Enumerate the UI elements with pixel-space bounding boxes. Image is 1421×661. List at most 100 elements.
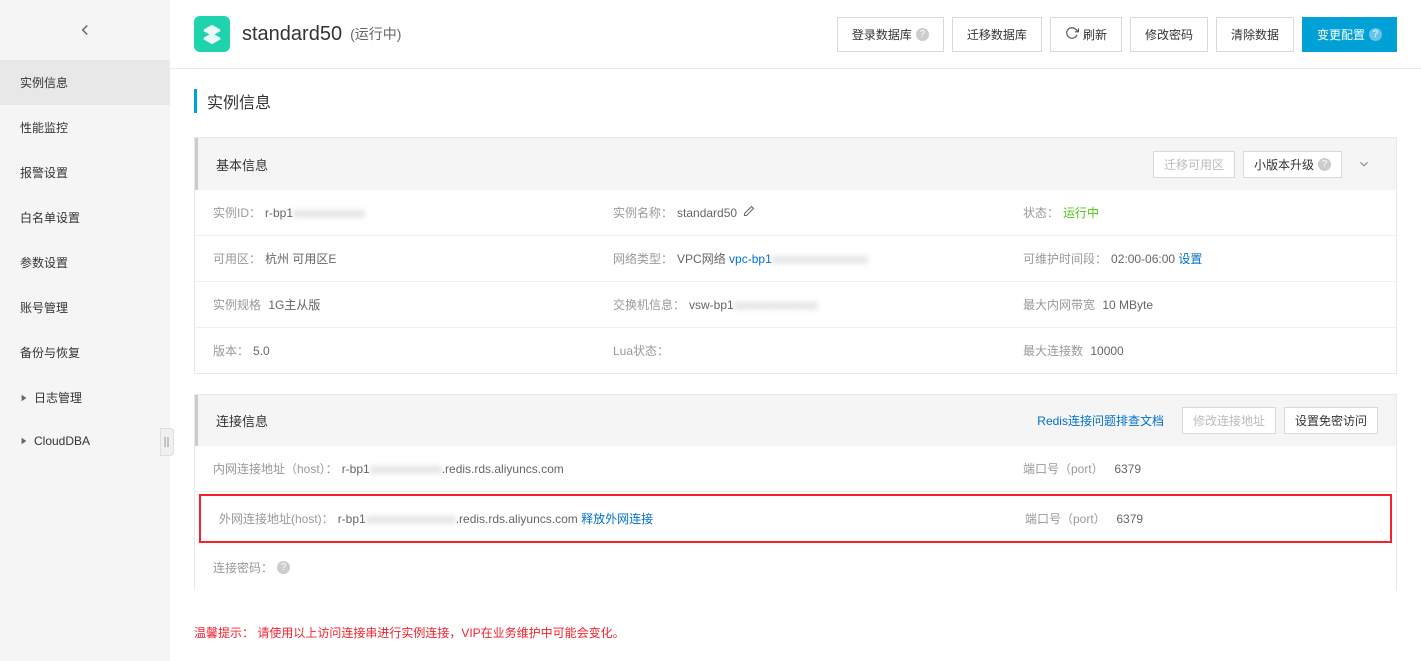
sidebar-item-performance[interactable]: 性能监控	[0, 105, 170, 150]
clear-data-button[interactable]: 清除数据	[1216, 17, 1294, 52]
public-host-prefix: r-bp1	[338, 512, 366, 526]
zone-value: 杭州 可用区E	[265, 250, 336, 267]
maint-set-link[interactable]: 设置	[1178, 250, 1202, 267]
change-config-button[interactable]: 变更配置 ?	[1302, 17, 1397, 52]
panel-title: 连接信息	[216, 411, 268, 430]
info-label: 版本：	[213, 342, 249, 359]
spec-value: 1G主从版	[268, 296, 320, 313]
sidebar-item-backup[interactable]: 备份与恢复	[0, 330, 170, 375]
info-row: 实例规格 1G主从版 交换机信息： vsw-bp1 xxxxxxxxxxxxxx…	[195, 282, 1396, 328]
sidebar-item-account[interactable]: 账号管理	[0, 285, 170, 330]
panel-body: 实例ID： r-bp1 xxxxxxxxxxxx 实例名称： standard5…	[195, 190, 1396, 373]
info-row: 版本： 5.0 Lua状态： 最大连接数 10000	[195, 328, 1396, 373]
panel-header: 连接信息 Redis连接问题排查文档 修改连接地址 设置免密访问	[195, 395, 1396, 446]
caret-right-icon	[20, 434, 28, 448]
help-icon[interactable]: ?	[277, 561, 290, 574]
port-value: 6379	[1116, 512, 1143, 526]
back-button[interactable]	[0, 0, 170, 60]
sidebar-item-instance-info[interactable]: 实例信息	[0, 60, 170, 105]
masked-text: xxxxxxxxxxxx	[293, 206, 365, 220]
info-label: 最大内网带宽	[1023, 296, 1095, 313]
public-host-suffix: .redis.rds.aliyuncs.com	[456, 512, 578, 526]
status-value: 运行中	[1063, 204, 1099, 221]
masked-text: xxxxxxxxxxxx	[370, 462, 442, 476]
info-label: 最大连接数	[1023, 342, 1083, 359]
minor-upgrade-button[interactable]: 小版本升级 ?	[1243, 151, 1342, 178]
change-password-button[interactable]: 修改密码	[1130, 17, 1208, 52]
panel-body: 内网连接地址（host）： r-bp1 xxxxxxxxxxxx .redis.…	[195, 446, 1396, 590]
instance-status: (运行中)	[350, 24, 401, 44]
sidebar-item-clouddba[interactable]: CloudDBA	[0, 420, 170, 462]
info-row: 实例ID： r-bp1 xxxxxxxxxxxx 实例名称： standard5…	[195, 190, 1396, 236]
refresh-button[interactable]: 刷新	[1050, 17, 1122, 52]
edit-icon[interactable]	[743, 205, 755, 220]
internal-host-prefix: r-bp1	[342, 462, 370, 476]
masked-text: xxxxxxxxxxxxxx	[734, 298, 818, 312]
instance-name-value: standard50	[677, 206, 737, 220]
instance-logo-icon	[194, 16, 230, 52]
sidebar-item-whitelist[interactable]: 白名单设置	[0, 195, 170, 240]
collapse-panel-button[interactable]	[1350, 150, 1378, 178]
info-label: 网络类型：	[613, 250, 673, 267]
sidebar-item-params[interactable]: 参数设置	[0, 240, 170, 285]
migrate-db-button[interactable]: 迁移数据库	[952, 17, 1042, 52]
masked-text: xxxxxxxxxxxxxxx	[366, 512, 456, 526]
button-label: 登录数据库	[852, 26, 912, 43]
info-label: Lua状态：	[613, 342, 669, 359]
warning-text: 温馨提示： 请使用以上访问连接串进行实例连接，VIP在业务维护中可能会变化。	[194, 610, 1397, 641]
maxconn-value: 10000	[1090, 344, 1123, 358]
masked-text: xxxxxxxxxxxxxxxx	[772, 252, 868, 266]
info-label: 外网连接地址(host)：	[219, 510, 334, 527]
help-icon: ?	[1318, 158, 1331, 171]
info-row: 内网连接地址（host）： r-bp1 xxxxxxxxxxxx .redis.…	[195, 446, 1396, 492]
conn-info-panel: 连接信息 Redis连接问题排查文档 修改连接地址 设置免密访问 内网连接地址（…	[194, 394, 1397, 590]
refresh-icon	[1065, 26, 1079, 43]
login-db-button[interactable]: 登录数据库 ?	[837, 17, 944, 52]
help-icon: ?	[916, 28, 929, 41]
info-label: 实例名称：	[613, 204, 673, 221]
port-value: 6379	[1114, 462, 1141, 476]
main-content: standard50 (运行中) 登录数据库 ? 迁移数据库 刷新 修改密码 清…	[170, 0, 1421, 661]
info-label: 端口号（port）	[1023, 460, 1104, 477]
internal-host-suffix: .redis.rds.aliyuncs.com	[442, 462, 564, 476]
instance-id-value: r-bp1	[265, 206, 293, 220]
panel-header: 基本信息 迁移可用区 小版本升级 ?	[195, 138, 1396, 190]
help-icon: ?	[1369, 28, 1382, 41]
sidebar-item-alarm[interactable]: 报警设置	[0, 150, 170, 195]
header-actions: 登录数据库 ? 迁移数据库 刷新 修改密码 清除数据 变更配置 ?	[837, 17, 1397, 52]
info-label: 端口号（port）	[1025, 510, 1106, 527]
troubleshoot-link[interactable]: Redis连接问题排查文档	[1037, 412, 1164, 429]
sidebar: 实例信息 性能监控 报警设置 白名单设置 参数设置 账号管理 备份与恢复 日志管…	[0, 0, 170, 661]
info-label: 状态：	[1023, 204, 1059, 221]
vpc-link[interactable]: vpc-bp1	[729, 252, 772, 266]
maint-value: 02:00-06:00	[1111, 252, 1175, 266]
info-row: 可用区： 杭州 可用区E 网络类型： VPC网络 vpc-bp1 xxxxxxx…	[195, 236, 1396, 282]
sidebar-item-logs[interactable]: 日志管理	[0, 375, 170, 420]
public-conn-row: 外网连接地址(host)： r-bp1 xxxxxxxxxxxxxxx .red…	[199, 494, 1392, 543]
info-label: 实例ID：	[213, 204, 261, 221]
info-row: 连接密码： ?	[195, 545, 1396, 590]
version-value: 5.0	[253, 344, 270, 358]
caret-right-icon	[20, 391, 28, 405]
migrate-zone-button[interactable]: 迁移可用区	[1153, 151, 1235, 178]
button-label: 小版本升级	[1254, 156, 1314, 173]
instance-title: standard50	[242, 23, 342, 46]
basic-info-panel: 基本信息 迁移可用区 小版本升级 ?	[194, 137, 1397, 374]
release-public-link[interactable]: 释放外网连接	[581, 510, 653, 527]
modify-addr-button[interactable]: 修改连接地址	[1182, 407, 1276, 434]
info-label: 交换机信息：	[613, 296, 685, 313]
info-label: 实例规格	[213, 296, 261, 313]
network-type-value: VPC网络	[677, 250, 726, 267]
section-title: 实例信息	[194, 89, 1397, 113]
info-label: 连接密码：	[213, 559, 273, 576]
set-pwdless-button[interactable]: 设置免密访问	[1284, 407, 1378, 434]
switch-value: vsw-bp1	[689, 298, 734, 312]
info-label: 内网连接地址（host）：	[213, 460, 338, 477]
info-label: 可维护时间段：	[1023, 250, 1107, 267]
sidebar-collapse-handle[interactable]	[160, 428, 174, 456]
panel-title: 基本信息	[216, 155, 268, 174]
button-label: 刷新	[1083, 26, 1107, 43]
info-label: 可用区：	[213, 250, 261, 267]
button-label: 变更配置	[1317, 26, 1365, 43]
sidebar-item-label: CloudDBA	[34, 434, 90, 448]
